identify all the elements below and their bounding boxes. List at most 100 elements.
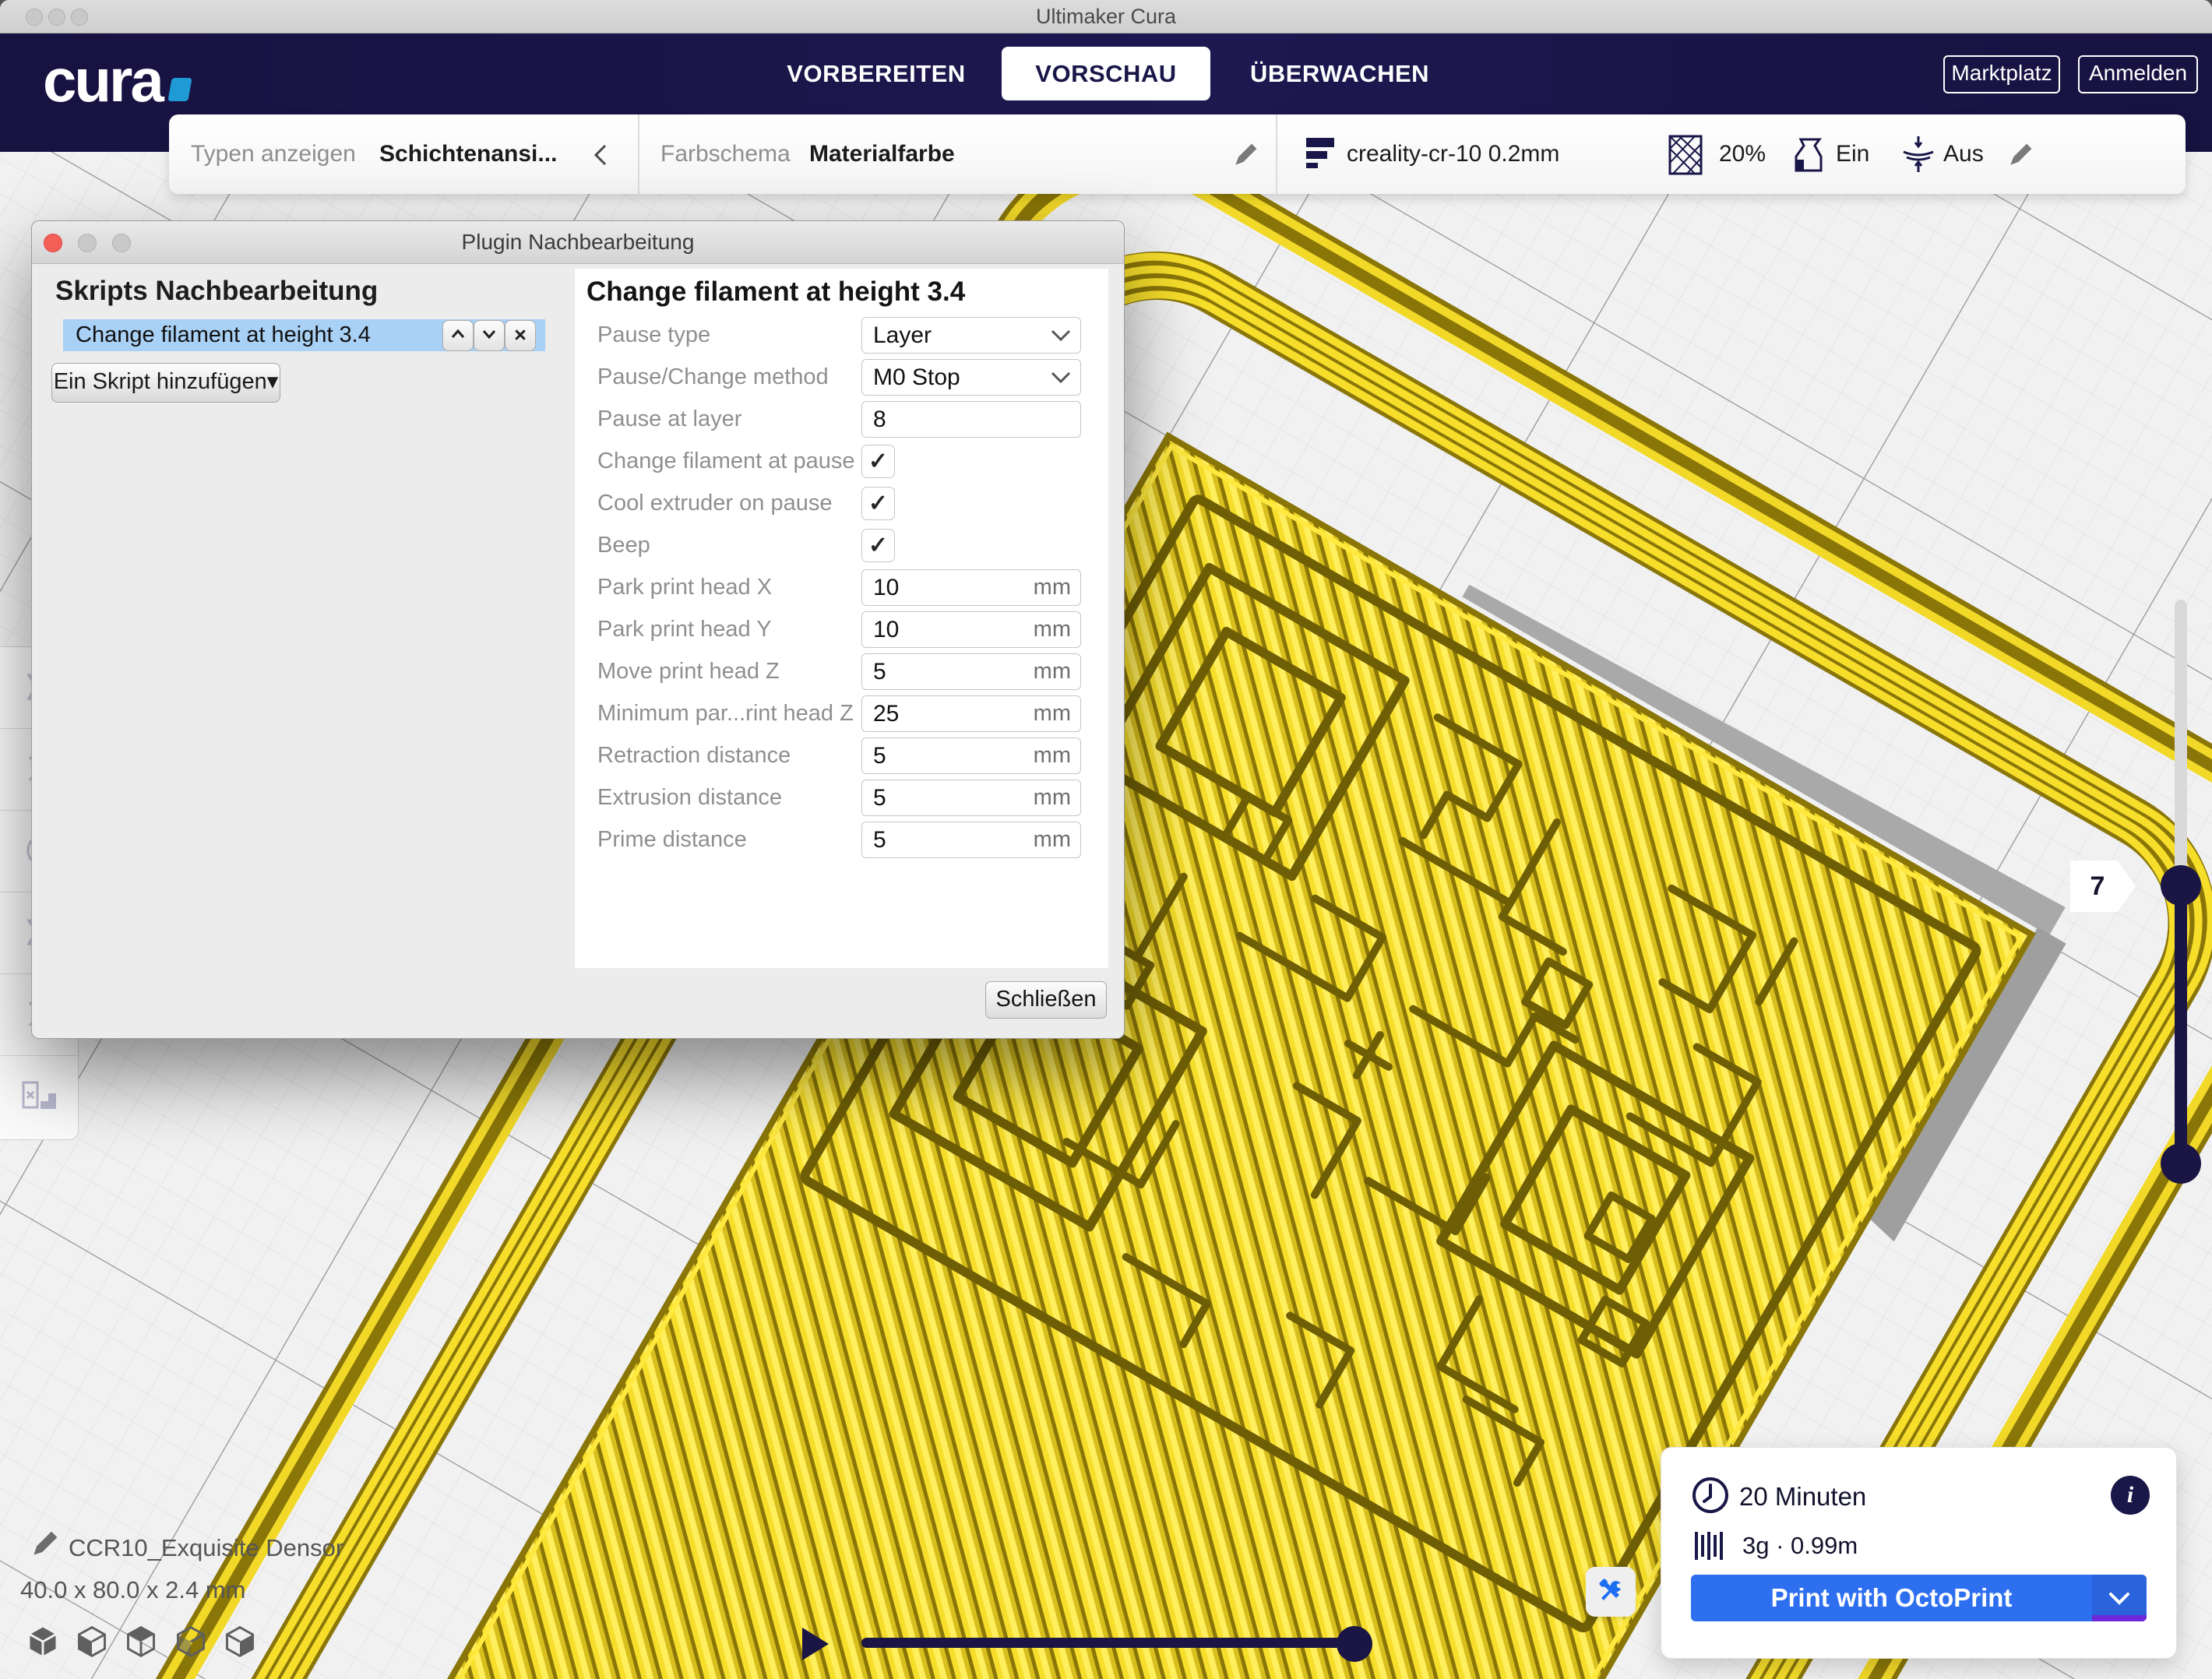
chevron-down-icon	[2108, 1592, 2130, 1605]
view-front-button[interactable]	[75, 1624, 109, 1659]
field-row-change-filament: Change filament at pause ✓	[575, 443, 1108, 480]
path-slider-track[interactable]	[861, 1638, 1355, 1648]
adjust-settings-button[interactable]	[1586, 1567, 1636, 1617]
field-label: Beep	[597, 527, 650, 564]
field-label: Pause at layer	[597, 401, 741, 438]
support-icon	[1791, 136, 1824, 172]
rename-model-pencil-icon[interactable]	[31, 1528, 61, 1558]
park-head-y-input[interactable]: 10 mm	[861, 611, 1081, 648]
dialog-titlebar[interactable]: Plugin Nachbearbeitung	[32, 221, 1124, 264]
pause-method-select[interactable]: M0 Stop	[861, 359, 1081, 396]
field-row-retraction: Retraction distance 5 mm	[575, 737, 1108, 774]
infill-value[interactable]: 20%	[1719, 114, 1766, 194]
view-type-label: Typen anzeigen	[191, 114, 356, 194]
window-title: Ultimaker Cura	[0, 0, 2212, 33]
add-script-dropdown-button[interactable]: Ein Skript hinzufügen▾	[51, 363, 280, 403]
post-processing-dialog: Plugin Nachbearbeitung Skripts Nachbearb…	[31, 220, 1125, 1039]
check-icon: ✓	[868, 533, 888, 558]
settings-rows: Pause type Layer Pause/Change method M0 …	[575, 317, 1108, 864]
path-slider-knob[interactable]	[1337, 1626, 1372, 1662]
field-label: Pause/Change method	[597, 359, 829, 396]
edit-pencil-icon[interactable]	[1232, 140, 1260, 168]
chevron-down-icon	[482, 329, 496, 339]
model-dimensions: 40.0 x 80.0 x 2.4 mm	[20, 1576, 245, 1604]
view-right-button[interactable]	[223, 1624, 257, 1659]
field-row-cool-extruder: Cool extruder on pause ✓	[575, 485, 1108, 522]
cura-logo: cura	[43, 50, 190, 111]
edit-print-settings-pencil-icon[interactable]	[2007, 140, 2035, 168]
move-script-down-button[interactable]	[474, 320, 505, 351]
field-label: Park print head X	[597, 569, 772, 606]
print-options-dropdown[interactable]	[2092, 1575, 2147, 1621]
input-value: 8	[873, 402, 886, 437]
field-label: Change filament at pause	[597, 443, 855, 480]
tool-support-blocker-button[interactable]	[0, 1056, 78, 1137]
input-value: 5	[873, 822, 886, 857]
move-head-z-input[interactable]: 5 mm	[861, 653, 1081, 690]
info-icon[interactable]: i	[2111, 1476, 2150, 1515]
view-left-button[interactable]	[174, 1624, 208, 1659]
field-label: Park print head Y	[597, 611, 772, 648]
change-filament-checkbox[interactable]: ✓	[861, 445, 895, 478]
script-settings-heading: Change filament at height 3.4	[586, 276, 965, 308]
field-row-park-y: Park print head Y 10 mm	[575, 611, 1108, 648]
view-type-dropdown[interactable]: Schichtenansi...	[379, 114, 557, 194]
play-button[interactable]	[802, 1628, 829, 1660]
layer-slider-track-upper[interactable]	[2175, 600, 2187, 889]
window-titlebar[interactable]: Ultimaker Cura	[0, 0, 2212, 33]
marketplace-button[interactable]: Marktplatz	[1943, 55, 2060, 93]
view-top-button[interactable]	[124, 1624, 158, 1659]
input-value: 10	[873, 570, 899, 605]
chevron-down-icon	[1051, 371, 1071, 384]
view-3d-button[interactable]	[26, 1624, 60, 1659]
tab-ueberwachen[interactable]: ÜBERWACHEN	[1227, 47, 1453, 100]
print-with-octoprint-button[interactable]: Print with OctoPrint	[1691, 1575, 2147, 1621]
scripts-heading: Skripts Nachbearbeitung	[55, 276, 378, 307]
select-value: M0 Stop	[873, 360, 960, 395]
dialog-close-action-button[interactable]: Schließen	[985, 981, 1107, 1019]
input-unit: mm	[1034, 612, 1071, 647]
prime-distance-input[interactable]: 5 mm	[861, 822, 1081, 858]
layer-slider-top-handle[interactable]	[2161, 865, 2201, 906]
signin-button[interactable]: Anmelden	[2078, 55, 2198, 93]
retraction-distance-input[interactable]: 5 mm	[861, 737, 1081, 774]
chevron-down-icon	[1051, 329, 1071, 342]
field-label: Prime distance	[597, 822, 747, 858]
input-unit: mm	[1034, 696, 1071, 731]
layer-slider-track-active[interactable]	[2175, 885, 2187, 1163]
field-row-move-z: Move print head Z 5 mm	[575, 653, 1108, 690]
printer-profile[interactable]: creality-cr-10 0.2mm	[1347, 114, 1559, 194]
input-unit: mm	[1034, 654, 1071, 689]
support-value[interactable]: Ein	[1836, 114, 1869, 194]
cura-app-window: Ultimaker Cura cura VORBEREITEN VORSCHAU…	[0, 0, 2212, 1679]
field-row-park-x: Park print head X 10 mm	[575, 569, 1108, 606]
remove-script-button[interactable]: ×	[505, 320, 536, 351]
pause-type-select[interactable]: Layer	[861, 317, 1081, 354]
toolbar-divider	[638, 114, 639, 194]
color-scheme-label: Farbschema	[660, 114, 791, 194]
extrusion-distance-input[interactable]: 5 mm	[861, 780, 1081, 816]
adhesion-value[interactable]: Aus	[1943, 114, 1984, 194]
pause-at-layer-input[interactable]: 8	[861, 401, 1081, 438]
minimum-park-z-input[interactable]: 25 mm	[861, 695, 1081, 732]
tab-vorbereiten[interactable]: VORBEREITEN	[763, 47, 989, 100]
field-row-prime: Prime distance 5 mm	[575, 822, 1108, 858]
input-value: 5	[873, 654, 886, 689]
beep-checkbox[interactable]: ✓	[861, 529, 895, 562]
tab-vorschau[interactable]: VORSCHAU	[1002, 47, 1210, 100]
input-unit: mm	[1034, 822, 1071, 857]
collapse-chevron-icon[interactable]	[594, 144, 608, 166]
dialog-title: Plugin Nachbearbeitung	[32, 221, 1124, 263]
check-icon: ✓	[868, 491, 888, 516]
octoprint-accent-strip	[2092, 1615, 2147, 1621]
chevron-up-icon	[451, 329, 465, 339]
cool-extruder-checkbox[interactable]: ✓	[861, 487, 895, 520]
move-script-up-button[interactable]	[442, 320, 474, 351]
print-time-estimate: 20 Minuten	[1739, 1482, 1866, 1512]
park-head-x-input[interactable]: 10 mm	[861, 569, 1081, 606]
layer-slider-bottom-handle[interactable]	[2161, 1143, 2201, 1184]
input-unit: mm	[1034, 738, 1071, 773]
wrench-hammer-icon	[1596, 1577, 1626, 1607]
color-scheme-dropdown[interactable]: Materialfarbe	[809, 114, 955, 194]
view-toolbar: Typen anzeigen Schichtenansi... Farbsche…	[169, 114, 2186, 194]
